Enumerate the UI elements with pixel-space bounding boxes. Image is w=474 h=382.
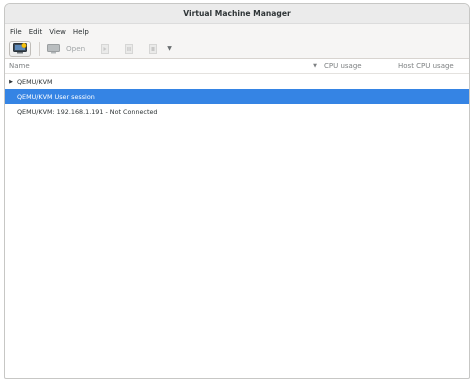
pause-icon <box>125 39 134 58</box>
menu-edit[interactable]: Edit <box>29 27 43 37</box>
column-host-cpu-usage[interactable]: Host CPU usage <box>391 62 469 70</box>
column-cpu-usage[interactable]: CPU usage <box>317 62 391 70</box>
titlebar[interactable]: Virtual Machine Manager <box>5 4 469 24</box>
shutdown-button[interactable] <box>147 42 159 56</box>
run-button[interactable] <box>99 42 111 56</box>
open-label: Open <box>66 44 86 53</box>
pause-button[interactable] <box>123 42 135 56</box>
toolbar: Open ▼ <box>5 39 469 59</box>
connection-row-remote[interactable]: QEMU/KVM: 192.168.1.191 - Not Connected <box>5 104 469 119</box>
menu-file[interactable]: File <box>10 27 22 37</box>
main-window: Virtual Machine Manager File Edit View H… <box>4 3 470 379</box>
open-button[interactable]: Open <box>47 39 85 58</box>
connection-row-user-session[interactable]: QEMU/KVM User session <box>5 89 469 104</box>
toolbar-separator <box>39 41 40 56</box>
new-vm-button[interactable] <box>9 39 31 58</box>
menubar: File Edit View Help <box>5 24 469 39</box>
connection-row-qemu-kvm[interactable]: ▶ QEMU/KVM <box>5 74 469 89</box>
menu-help[interactable]: Help <box>73 27 89 37</box>
chevron-down-icon[interactable]: ▼ <box>167 45 172 52</box>
monitor-icon <box>47 39 60 58</box>
window-title: Virtual Machine Manager <box>183 9 291 18</box>
shutdown-icon <box>149 39 158 58</box>
new-vm-icon <box>13 39 27 58</box>
expander-arrow-icon[interactable]: ▶ <box>5 79 17 85</box>
sort-descending-icon: ▼ <box>313 63 317 69</box>
connection-label: QEMU/KVM User session <box>17 92 95 101</box>
play-icon <box>101 39 110 58</box>
menu-view[interactable]: View <box>49 27 66 37</box>
table-header: Name ▼ CPU usage Host CPU usage <box>5 59 469 74</box>
connection-label: QEMU/KVM <box>17 77 53 86</box>
connection-label: QEMU/KVM: 192.168.1.191 - Not Connected <box>17 107 158 116</box>
column-name[interactable]: Name ▼ <box>5 62 317 70</box>
